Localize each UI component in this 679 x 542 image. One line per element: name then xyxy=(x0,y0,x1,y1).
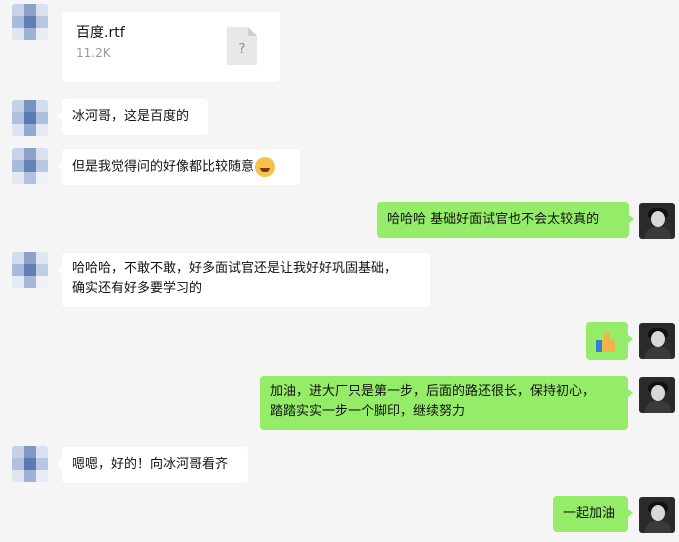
message-text: 加油，进大厂只是第一步，后面的路还很长，保持初心， xyxy=(270,384,596,399)
message-text: 哈哈哈 基础好面试官也不会太较真的 xyxy=(387,212,600,227)
message-bubble[interactable]: 但是我觉得问的好像都比较随意 xyxy=(57,149,300,185)
file-icon-glyph: ? xyxy=(238,42,246,57)
message-bubble[interactable]: 一起加油 xyxy=(553,496,633,532)
message-bubble[interactable]: 哈哈哈 基础好面试官也不会太较真的 xyxy=(377,202,634,238)
message-bubble[interactable]: 嗯嗯，好的！向冰河哥看齐 xyxy=(57,447,248,483)
message-text: 踏踏实实一步一个脚印，继续努力 xyxy=(270,404,466,419)
message-bubble[interactable]: 冰河哥，这是百度的 xyxy=(57,99,208,135)
my-avatar[interactable] xyxy=(639,377,675,413)
file-size: 11.2K xyxy=(76,46,111,60)
message-text: 确实还有好多要学习的 xyxy=(72,281,203,296)
message-text: 嗯嗯，好的！向冰河哥看齐 xyxy=(72,457,229,472)
my-avatar[interactable] xyxy=(639,497,675,533)
my-avatar[interactable] xyxy=(639,323,675,359)
contact-avatar[interactable] xyxy=(12,4,48,40)
message-text: 但是我觉得问的好像都比较随意 xyxy=(72,159,255,175)
unknown-file-icon: ? xyxy=(227,27,257,65)
contact-avatar[interactable] xyxy=(12,100,48,136)
message-text: 哈哈哈，不敢不敢，好多面试官还是让我好好巩固基础， xyxy=(72,261,398,276)
my-avatar[interactable] xyxy=(639,203,675,239)
message-text: 一起加油 xyxy=(563,506,616,521)
thumbs-up-emoji-icon xyxy=(596,332,616,352)
message-text: 冰河哥，这是百度的 xyxy=(72,109,190,124)
contact-avatar[interactable] xyxy=(12,148,48,184)
file-message-card[interactable]: 百度.rtf 11.2K ? xyxy=(62,12,280,82)
laughing-emoji-icon xyxy=(255,157,276,177)
message-bubble[interactable]: 加油，进大厂只是第一步，后面的路还很长，保持初心， 踏踏实实一步一个脚印，继续努… xyxy=(260,376,633,430)
contact-avatar[interactable] xyxy=(12,446,48,482)
contact-avatar[interactable] xyxy=(12,252,48,288)
message-bubble[interactable] xyxy=(586,322,633,360)
message-bubble[interactable]: 哈哈哈，不敢不敢，好多面试官还是让我好好巩固基础， 确实还有好多要学习的 xyxy=(57,253,430,307)
file-name: 百度.rtf xyxy=(76,25,125,41)
